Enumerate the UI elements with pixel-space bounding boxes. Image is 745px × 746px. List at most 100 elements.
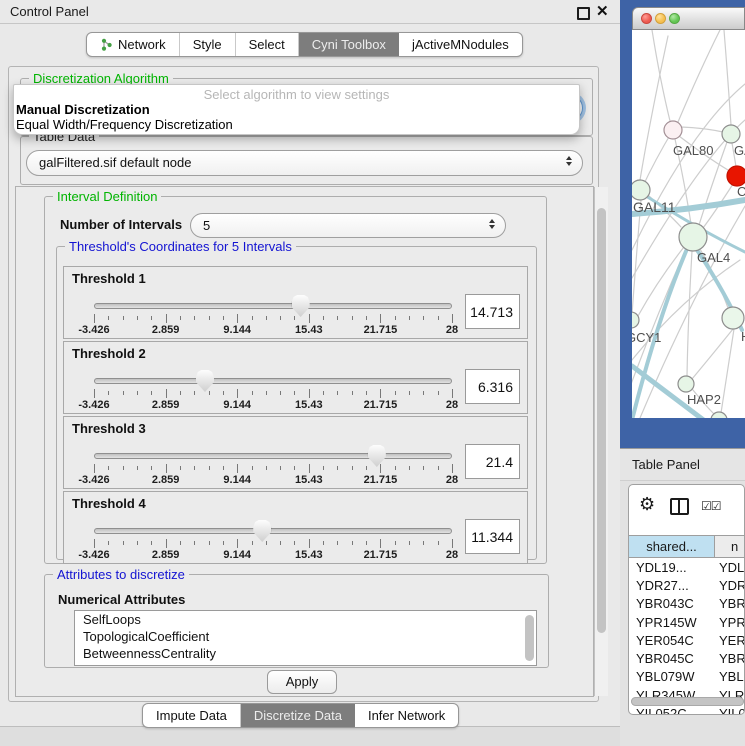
group-title: Attributes to discretize — [53, 567, 189, 582]
cell-shared-name: YDL19... — [629, 560, 715, 575]
tab-discretize-data[interactable]: Discretize Data — [241, 704, 355, 727]
slider-track[interactable] — [94, 303, 452, 309]
table-row[interactable]: YBL079WYBL0 — [629, 668, 745, 686]
threshold-slider[interactable]: -3.4262.8599.14415.4321.71528 — [94, 522, 452, 562]
network-edge[interactable] — [632, 260, 740, 360]
tab-label: Cyni Toolbox — [312, 37, 386, 52]
table-row[interactable]: YBR045CYBR0 — [629, 649, 745, 667]
network-edge[interactable] — [632, 200, 641, 314]
vertical-scrollbar[interactable] — [594, 187, 608, 696]
threshold-label: Threshold 2 — [72, 346, 146, 361]
network-edge[interactable] — [652, 30, 670, 121]
slider-ticks — [94, 389, 452, 398]
checkboxes-icon[interactable]: ☑☑ — [701, 499, 721, 513]
network-node-label: GAL4 — [697, 250, 730, 265]
close-icon[interactable]: ✕ — [596, 2, 609, 20]
network-window-titlebar[interactable] — [632, 7, 745, 30]
threshold-value-field[interactable]: 21.4 — [465, 444, 520, 479]
table-panel-header: Table Panel — [620, 448, 745, 481]
threshold-panels: Threshold 1 -3.4262.8599.14415.4321.71528… — [63, 266, 528, 564]
slider-ticks — [94, 314, 452, 323]
numerical-attributes-list[interactable]: SelfLoopsTopologicalCoefficientBetweenne… — [74, 610, 537, 666]
column-header-name[interactable]: n — [715, 536, 745, 557]
threshold-value-field[interactable]: 14.713 — [465, 294, 520, 329]
threshold-label: Threshold 1 — [72, 271, 146, 286]
tab-jactivemnodules[interactable]: jActiveMNodules — [399, 33, 522, 56]
cell-shared-name: YDR27... — [629, 578, 715, 593]
tab-infer-network[interactable]: Infer Network — [355, 704, 458, 727]
slider-track[interactable] — [94, 453, 452, 459]
table-row[interactable]: YDR27...YDR2 — [629, 576, 745, 594]
slider-track[interactable] — [94, 378, 452, 384]
slider-tick-label: 15.43 — [295, 549, 323, 561]
table-row[interactable]: YBR043CYBR0 — [629, 595, 745, 613]
network-edge[interactable] — [642, 130, 673, 188]
horizontal-scrollbar-thumb[interactable] — [631, 697, 744, 706]
threshold-slider[interactable]: -3.4262.8599.14415.4321.71528 — [94, 447, 452, 487]
tab-network[interactable]: Network — [87, 33, 180, 56]
network-node-hap2[interactable] — [678, 376, 694, 392]
columns-icon[interactable] — [670, 498, 689, 515]
network-node-h[interactable] — [722, 307, 744, 329]
gear-icon[interactable]: ⚙ — [639, 494, 655, 515]
network-edge[interactable] — [638, 247, 684, 316]
network-node-top-right[interactable] — [722, 125, 740, 143]
cell-name: YDL1 — [715, 560, 745, 575]
list-scrollbar-thumb[interactable] — [525, 615, 534, 661]
network-node-gal80[interactable] — [664, 121, 682, 139]
scrollbar-thumb[interactable] — [597, 208, 606, 633]
minimize-yellow-icon[interactable] — [655, 13, 666, 24]
tab-impute-data[interactable]: Impute Data — [143, 704, 241, 727]
algorithm-option-equal-width-frequency[interactable]: Equal Width/Frequency Discretization — [16, 117, 233, 132]
tab-label: Select — [249, 37, 285, 52]
cell-shared-name: YER054C — [629, 633, 715, 648]
slider-ticks — [94, 539, 452, 548]
slider-tick-label: 9.144 — [223, 549, 251, 561]
threshold-label: Threshold 4 — [72, 496, 146, 511]
cell-shared-name: YIL052C — [629, 706, 715, 715]
slider-track[interactable] — [94, 528, 452, 534]
close-red-icon[interactable] — [641, 13, 652, 24]
control-panel: Control Panel ✕ NetworkStyleSelectCyni T… — [0, 0, 620, 745]
slider-tick-label: 9.144 — [223, 399, 251, 411]
tab-select[interactable]: Select — [236, 33, 299, 56]
attribute-list-item[interactable]: BetweennessCentrality — [75, 645, 536, 662]
up-down-stepper-icon[interactable] — [566, 156, 572, 166]
float-icon[interactable] — [577, 7, 590, 20]
algorithm-placeholder-item[interactable]: Select algorithm to view settings — [14, 87, 579, 102]
tab-cyni-toolbox[interactable]: Cyni Toolbox — [299, 33, 399, 56]
network-node-label: HAP2 — [687, 392, 721, 407]
up-down-stepper-icon[interactable] — [489, 219, 495, 229]
group-title: Interval Definition — [53, 189, 161, 204]
threshold-value-field[interactable]: 6.316 — [465, 369, 520, 404]
number-of-intervals-combo[interactable]: 5 — [190, 213, 506, 238]
slider-tick-label: 2.859 — [152, 324, 180, 336]
threshold-slider[interactable]: -3.4262.8599.14415.4321.71528 — [94, 372, 452, 412]
table-row[interactable]: YER054CYER0 — [629, 631, 745, 649]
column-header-shared[interactable]: shared... — [629, 536, 715, 557]
apply-button[interactable]: Apply — [267, 670, 337, 694]
network-node-gal11[interactable] — [632, 180, 650, 200]
slider-tick-label: 21.715 — [364, 399, 398, 411]
attribute-list-item[interactable]: SelfLoops — [75, 611, 536, 628]
table-row[interactable]: YDL19...YDL1 — [629, 558, 745, 576]
table-panel-title: Table Panel — [632, 457, 700, 472]
threshold-value-field[interactable]: 11.344 — [465, 519, 520, 554]
network-node-red[interactable] — [727, 166, 745, 186]
network-node-gcy1[interactable] — [632, 312, 639, 328]
network-edge[interactable] — [724, 30, 731, 125]
zoom-green-icon[interactable] — [669, 13, 680, 24]
network-edge[interactable] — [640, 36, 668, 180]
cell-name: YIL0 — [715, 706, 745, 715]
bottom-strip — [0, 726, 620, 746]
network-node-label: GCY1 — [632, 330, 661, 345]
threshold-slider[interactable]: -3.4262.8599.14415.4321.71528 — [94, 297, 452, 337]
network-node-gal4[interactable] — [679, 223, 707, 251]
network-canvas[interactable]: GAL80GACGAL11GAL4GCY1HHAP2 — [632, 30, 745, 418]
attribute-list-item[interactable]: TopologicalCoefficient — [75, 628, 536, 645]
algorithm-option-manual-discretization[interactable]: Manual Discretization — [16, 102, 150, 117]
network-edge[interactable] — [678, 30, 720, 122]
table-row[interactable]: YPR145WYPR1 — [629, 613, 745, 631]
tab-style[interactable]: Style — [180, 33, 236, 56]
table-data-combo[interactable]: galFiltered.sif default node — [26, 150, 583, 176]
